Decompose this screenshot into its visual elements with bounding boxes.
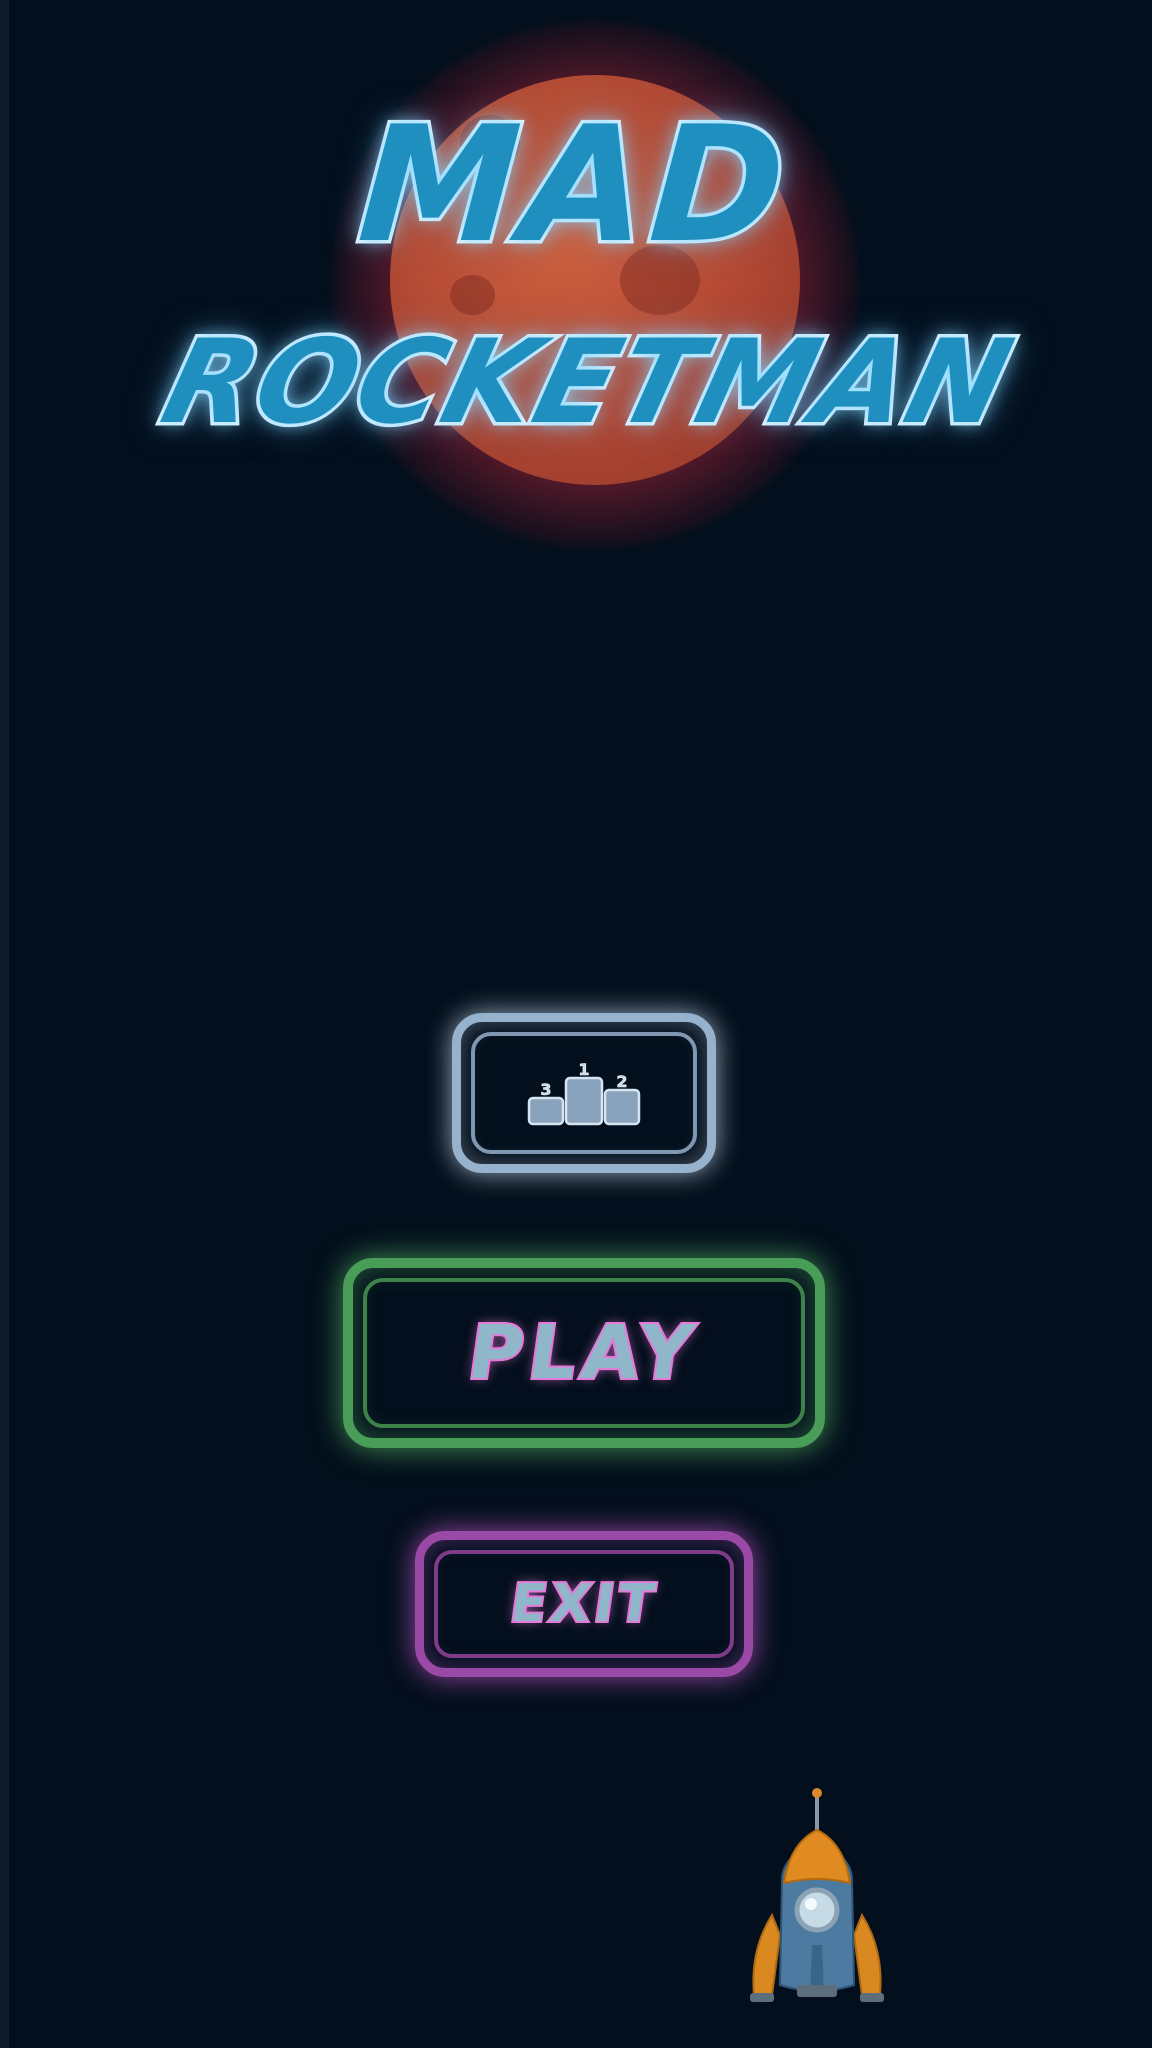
rocket-nozzle	[797, 1985, 837, 1997]
main-menu-screen: MAD ROCKETMAN 3 1 2 PLAY EXIT	[0, 0, 1152, 2048]
rocket-antenna-tip	[812, 1788, 822, 1798]
play-button[interactable]: PLAY	[343, 1258, 825, 1448]
podium-place-first: 1	[578, 1060, 589, 1079]
planet-crater	[450, 275, 495, 315]
game-title-line1: MAD	[350, 88, 798, 282]
rocket-window-glare	[805, 1898, 817, 1910]
exit-button[interactable]: EXIT	[415, 1531, 753, 1677]
podium-block-third	[527, 1096, 565, 1126]
rocket-window	[794, 1887, 840, 1933]
play-button-label: PLAY	[461, 1308, 706, 1398]
exit-button-label: EXIT	[505, 1572, 664, 1636]
left-edge-strip	[0, 0, 9, 2048]
rocket-nose-cone	[782, 1828, 852, 1885]
podium-place-second: 2	[616, 1072, 627, 1091]
podium-icon: 3 1 2	[527, 1060, 641, 1126]
leaderboard-button[interactable]: 3 1 2	[452, 1013, 716, 1173]
podium-place-third: 3	[540, 1080, 551, 1099]
rocket-left-foot	[750, 1993, 774, 2002]
rocket-left-fin	[752, 1912, 782, 1996]
game-title-line2: ROCKETMAN	[147, 312, 1029, 454]
rocket	[750, 1788, 884, 2002]
rocket-right-foot	[860, 1993, 884, 2002]
podium-block-second	[603, 1088, 641, 1126]
rocket-right-fin	[852, 1912, 882, 1996]
podium-block-first	[564, 1076, 604, 1126]
